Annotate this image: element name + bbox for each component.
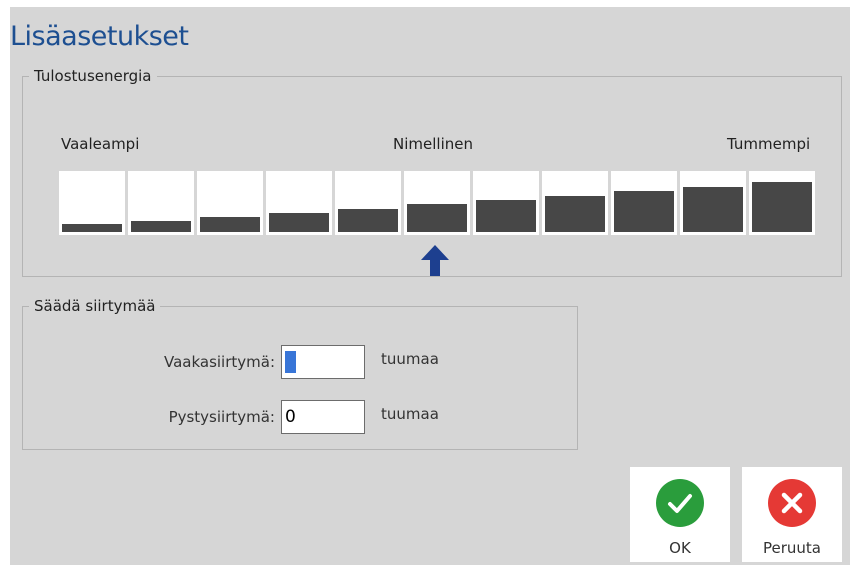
energy-level-10[interactable] [680, 171, 746, 235]
horizontal-offset-unit: tuumaa [381, 350, 439, 368]
energy-level-2[interactable] [128, 171, 194, 235]
ok-label: OK [669, 539, 691, 557]
energy-level-fill [62, 224, 122, 232]
energy-level-fill [545, 196, 605, 232]
cancel-button[interactable]: Peruuta [742, 467, 842, 562]
energy-level-1[interactable] [59, 171, 125, 235]
nominal-label: Nimellinen [393, 135, 473, 153]
energy-level-4[interactable] [266, 171, 332, 235]
check-icon [656, 479, 704, 527]
energy-level-fill [338, 209, 398, 232]
print-energy-group: Tulostusenergia Vaaleampi Nimellinen Tum… [22, 67, 842, 277]
energy-level-9[interactable] [611, 171, 677, 235]
horizontal-offset-label: Vaakasiirtymä: [163, 353, 275, 371]
energy-level-5[interactable] [335, 171, 401, 235]
offset-legend: Säädä siirtymää [34, 297, 156, 315]
offset-group: Säädä siirtymää Vaakasiirtymä: tuumaa Py… [22, 297, 578, 450]
energy-level-11[interactable] [749, 171, 815, 235]
vertical-offset-unit: tuumaa [381, 405, 439, 423]
cancel-label: Peruuta [763, 539, 821, 557]
text-selection-highlight [285, 351, 296, 373]
energy-level-fill [407, 204, 467, 232]
vertical-offset-input[interactable] [281, 400, 365, 434]
energy-level-fill [752, 182, 812, 232]
darker-label: Tummempi [727, 135, 811, 153]
advanced-settings-dialog: Lisäasetukset Tulostusenergia Vaaleampi … [10, 7, 850, 565]
energy-level-7[interactable] [473, 171, 539, 235]
vertical-offset-label: Pystysiirtymä: [168, 408, 275, 426]
energy-level-6[interactable] [404, 171, 470, 235]
close-icon [768, 479, 816, 527]
print-energy-legend: Tulostusenergia [34, 67, 152, 85]
energy-level-fill [269, 213, 329, 232]
dialog-title: Lisäasetukset [10, 21, 189, 52]
selected-level-arrow-icon [421, 245, 449, 276]
ok-button[interactable]: OK [630, 467, 730, 562]
energy-level-fill [131, 221, 191, 232]
energy-level-fill [476, 200, 536, 232]
lighter-label: Vaaleampi [61, 135, 140, 153]
energy-level-fill [200, 217, 260, 232]
energy-level-8[interactable] [542, 171, 608, 235]
energy-level-fill [614, 191, 674, 232]
energy-level-3[interactable] [197, 171, 263, 235]
energy-level-fill [683, 187, 743, 232]
